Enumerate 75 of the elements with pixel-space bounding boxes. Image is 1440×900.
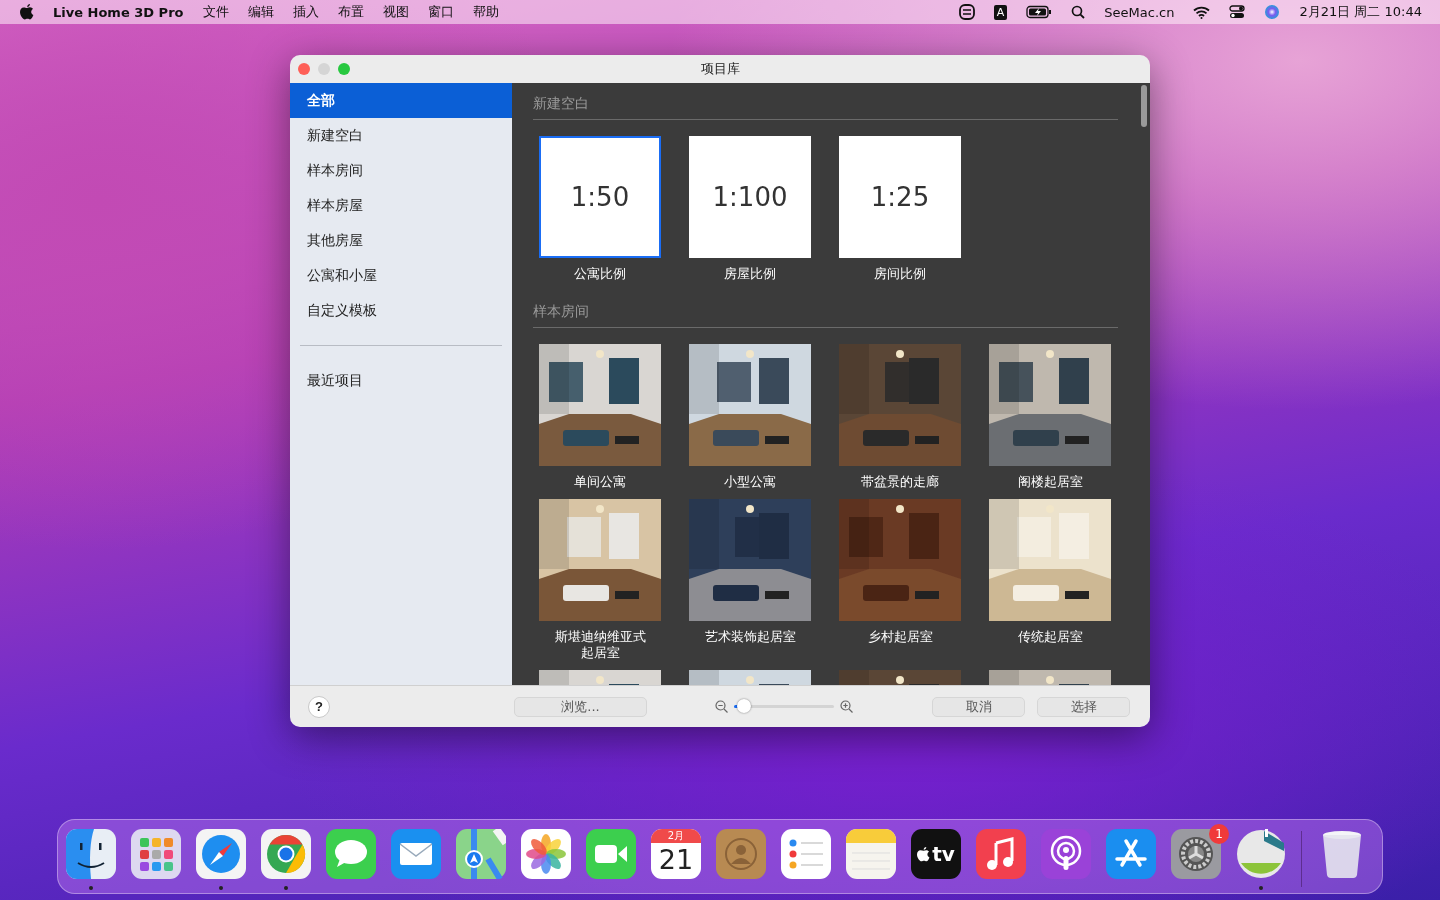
sidebar-item[interactable]: 全部 xyxy=(290,83,512,118)
item-label: 小型公寓 xyxy=(724,474,776,490)
notification-badge: 1 xyxy=(1209,824,1229,844)
sidebar-item[interactable]: 样本房屋 xyxy=(290,188,512,223)
menu-item[interactable]: 文件 xyxy=(202,3,229,21)
sidebar-item[interactable]: 新建空白 xyxy=(290,118,512,153)
zoom-in-icon[interactable] xyxy=(840,700,853,713)
input-source-indicator[interactable]: A xyxy=(993,4,1008,20)
envelope-icon[interactable] xyxy=(391,829,441,879)
calendar-month: 2月 xyxy=(651,829,701,843)
battery-icon[interactable] xyxy=(1026,5,1053,19)
clock[interactable]: 2月21日 周二 10:44 xyxy=(1299,3,1422,21)
menu-item[interactable]: 帮助 xyxy=(472,3,499,21)
music-note-icon[interactable] xyxy=(976,829,1026,879)
speech-bubble-icon[interactable] xyxy=(326,829,376,879)
smiling-face-icon[interactable] xyxy=(66,829,116,879)
video-camera-icon[interactable] xyxy=(586,829,636,879)
help-button[interactable]: ? xyxy=(308,695,330,718)
menu-item[interactable]: 窗口 xyxy=(427,3,454,21)
scale-tile[interactable]: 1:100 xyxy=(689,136,811,258)
flower-icon[interactable] xyxy=(521,829,571,879)
app-store-icon[interactable] xyxy=(1106,829,1156,879)
close-button[interactable] xyxy=(298,63,310,75)
switch-icon[interactable] xyxy=(958,4,975,20)
compass-icon[interactable] xyxy=(196,829,246,879)
sidebar-item[interactable]: 公寓和小屋 xyxy=(290,258,512,293)
wifi-icon[interactable] xyxy=(1193,5,1211,19)
menu-extra-text[interactable]: SeeMac.cn xyxy=(1104,4,1175,20)
sidebar-item[interactable]: 其他房屋 xyxy=(290,223,512,258)
item-label: 房屋比例 xyxy=(724,266,776,282)
section-header: 样本房间 xyxy=(533,291,1118,328)
sidebar-item[interactable]: 自定义模板 xyxy=(290,293,512,328)
map-icon[interactable] xyxy=(456,829,506,879)
menu-item[interactable]: 视图 xyxy=(382,3,409,21)
tv-app-icon[interactable]: tv xyxy=(911,829,961,879)
podcast-icon[interactable] xyxy=(1041,829,1091,879)
scale-tile[interactable]: 1:25 xyxy=(839,136,961,258)
item-label: 斯堪迪纳维亚式起居室 xyxy=(553,629,647,661)
item-label: 传统起居室 xyxy=(1017,629,1083,645)
apple-logo-icon xyxy=(917,846,931,862)
apple-logo-icon[interactable] xyxy=(20,4,34,20)
scroll-bar[interactable] xyxy=(1141,85,1147,127)
scale-tile[interactable]: 1:50 xyxy=(539,136,661,258)
select-button[interactable]: 选择 xyxy=(1037,696,1130,717)
item-label: 阁楼起居室 xyxy=(1017,474,1083,490)
house-icon[interactable] xyxy=(1236,829,1286,879)
cancel-button[interactable]: 取消 xyxy=(932,696,1025,717)
zoom-out-icon[interactable] xyxy=(715,700,728,713)
sidebar-item[interactable]: 最近项目 xyxy=(290,363,512,398)
calendar-icon[interactable]: 2月 21 xyxy=(651,829,701,879)
item-label: 带盆景的走廊 xyxy=(861,474,939,490)
menu-item[interactable]: 编辑 xyxy=(247,3,274,21)
item-label: 公寓比例 xyxy=(574,266,626,282)
menu-item[interactable]: 布置 xyxy=(337,3,364,21)
search-icon[interactable] xyxy=(1071,5,1086,19)
checklist-icon[interactable] xyxy=(781,829,831,879)
ring-logo-icon[interactable] xyxy=(261,829,311,879)
toggle-switches-icon[interactable] xyxy=(1229,5,1246,19)
menu-item[interactable]: 插入 xyxy=(292,3,319,21)
app-grid-icon[interactable] xyxy=(131,829,181,879)
item-label: 房间比例 xyxy=(874,266,926,282)
gear-icon[interactable] xyxy=(1171,829,1221,879)
app-menu[interactable]: Live Home 3D Pro xyxy=(53,4,184,20)
window-title: 项目库 xyxy=(700,60,740,78)
item-label: 艺术装饰起居室 xyxy=(704,629,796,645)
tv-label: tv xyxy=(932,842,955,866)
orb-icon[interactable] xyxy=(1264,4,1281,20)
section-header: 新建空白 xyxy=(533,83,1118,120)
browse-button[interactable]: 浏览... xyxy=(514,696,647,717)
sidebar-item[interactable]: 样本房间 xyxy=(290,153,512,188)
zoom-slider[interactable] xyxy=(737,699,751,713)
notepad-icon[interactable] xyxy=(846,829,896,879)
item-label: 乡村起居室 xyxy=(867,629,933,645)
calendar-day: 21 xyxy=(658,843,694,877)
item-label: 单间公寓 xyxy=(574,474,626,490)
